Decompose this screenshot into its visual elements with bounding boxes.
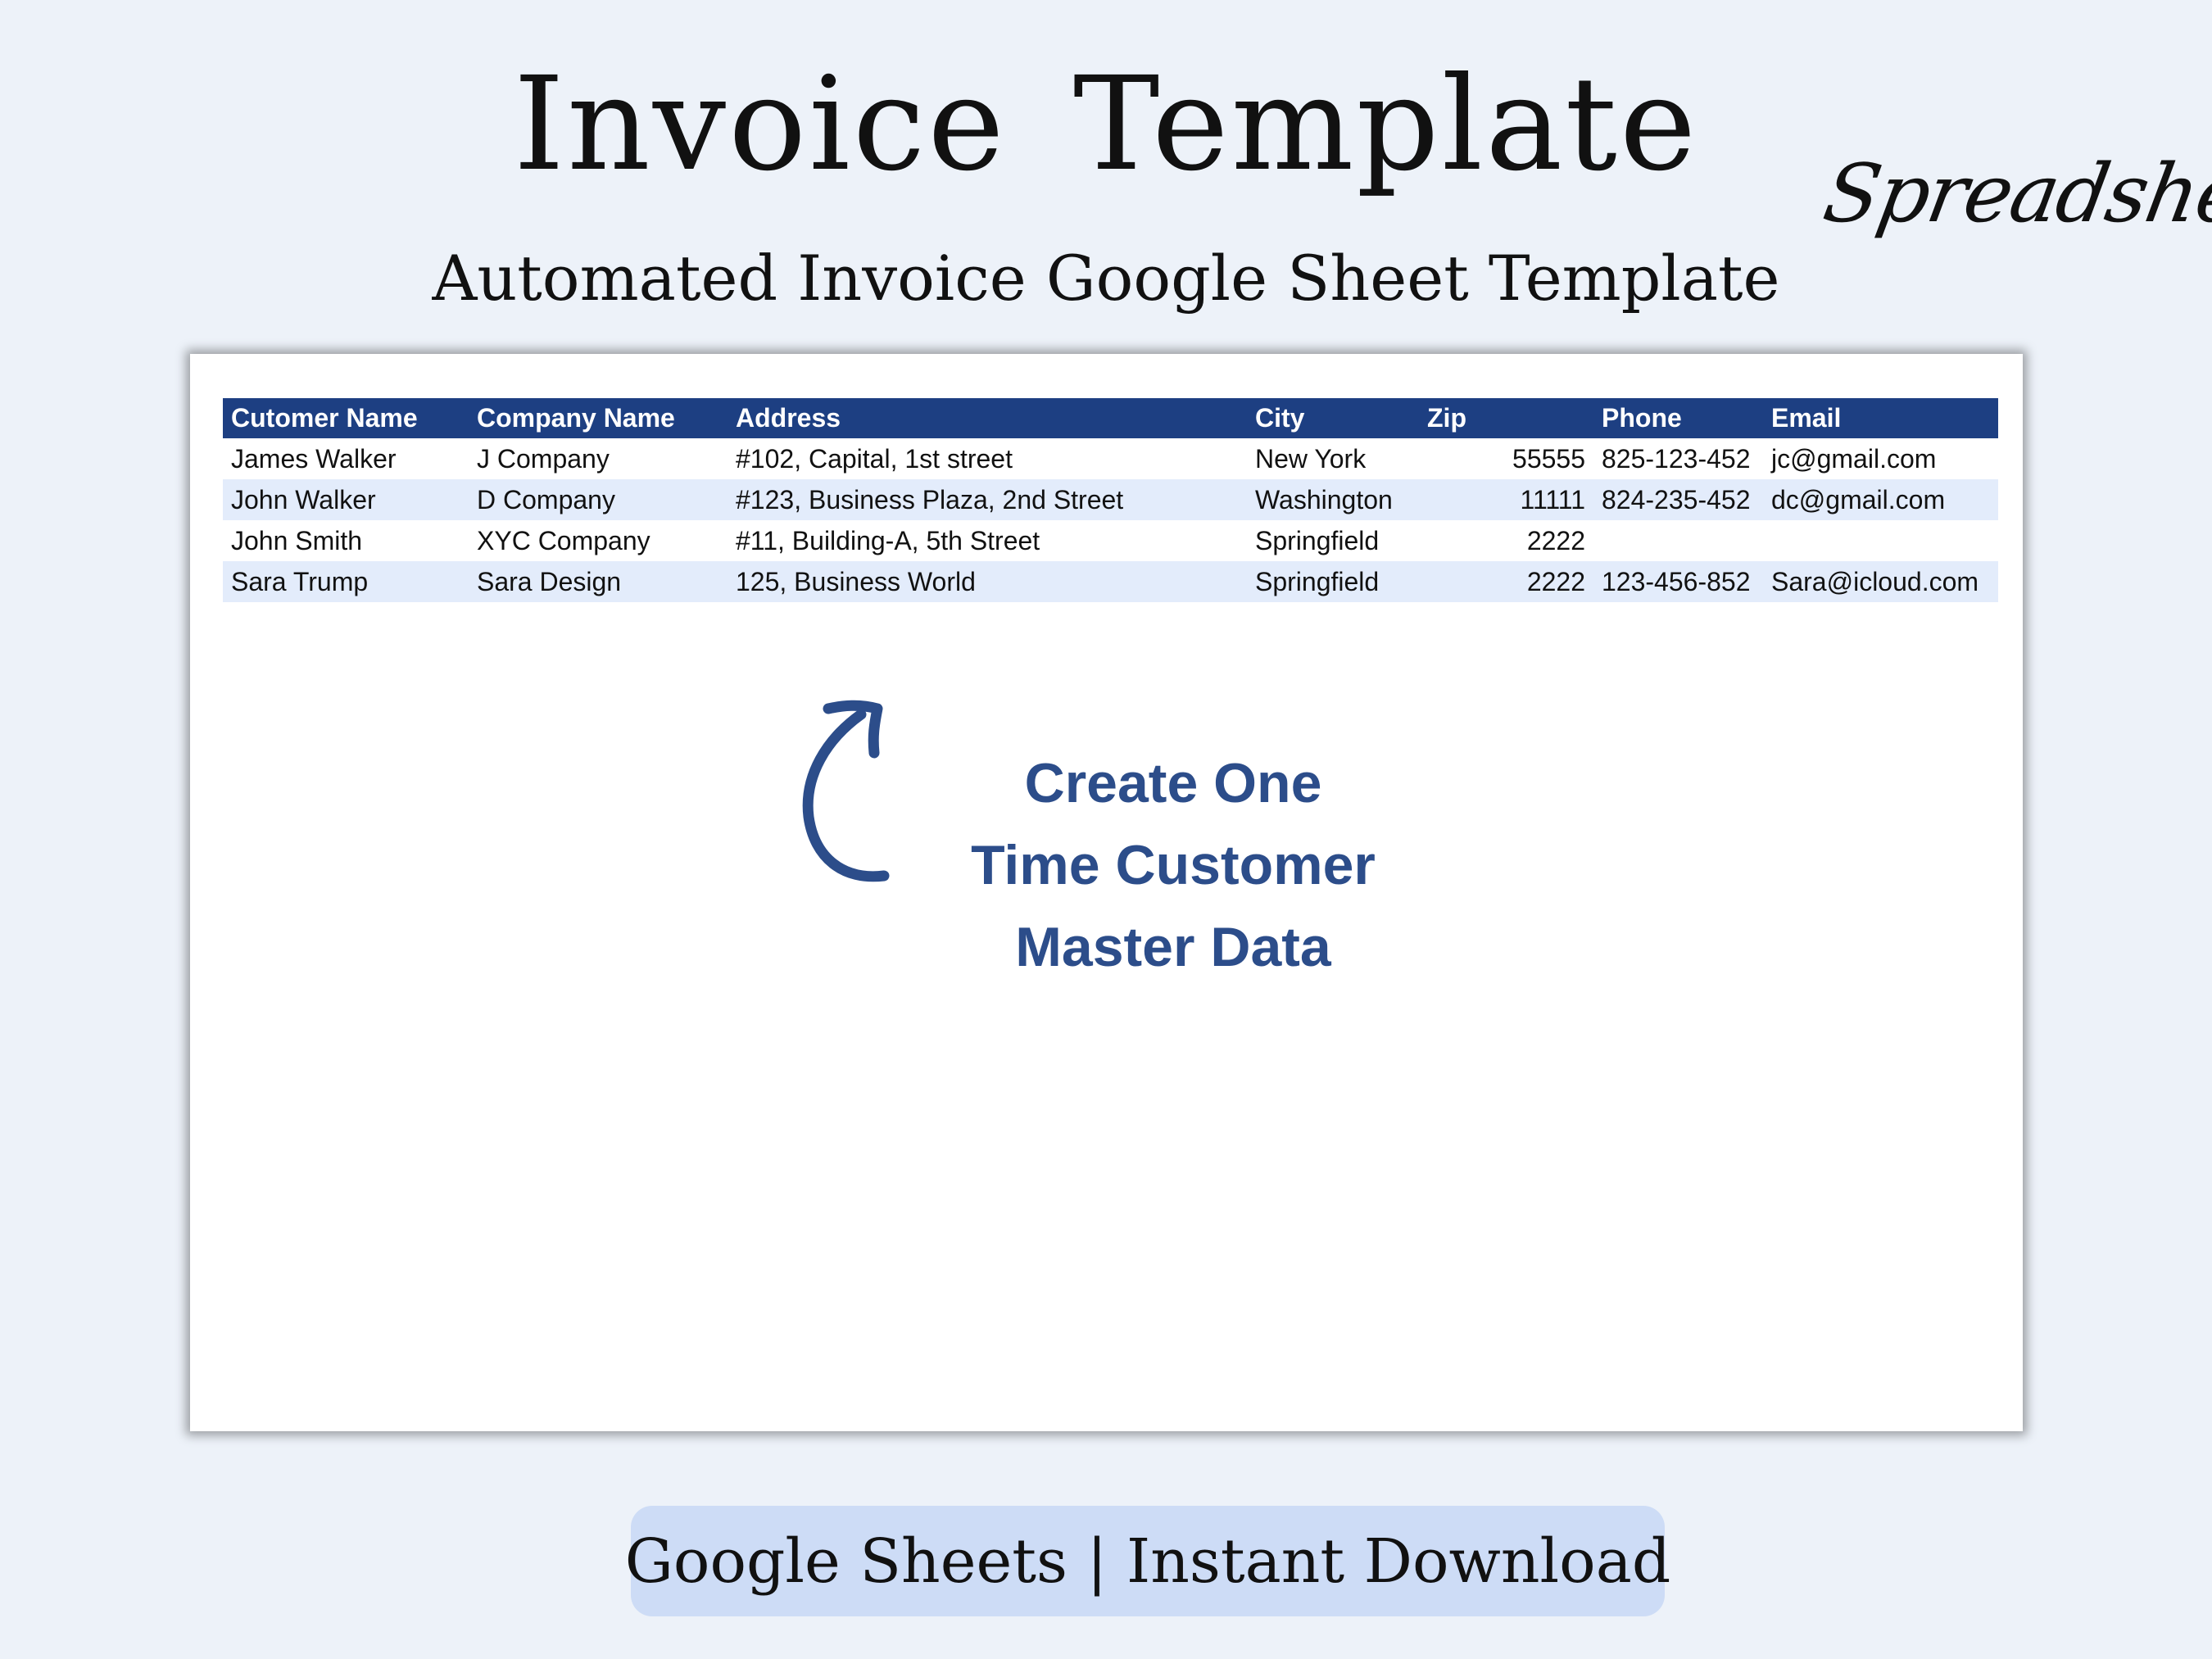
cell-customer[interactable]: John Smith xyxy=(223,520,469,561)
column-header-zip[interactable]: Zip xyxy=(1419,398,1593,438)
cell-city[interactable]: New York xyxy=(1247,438,1419,479)
cell-customer[interactable]: James Walker xyxy=(223,438,469,479)
column-header-city[interactable]: City xyxy=(1247,398,1419,438)
table-header-row: Cutomer Name Company Name Address City Z… xyxy=(223,398,1998,438)
table-row: John Walker D Company #123, Business Pla… xyxy=(223,479,1998,520)
column-header-company[interactable]: Company Name xyxy=(469,398,728,438)
brand-logo: Spreadsheets xyxy=(1816,147,2212,241)
cell-city[interactable]: Springfield xyxy=(1247,561,1419,602)
cell-customer[interactable]: John Walker xyxy=(223,479,469,520)
cell-customer[interactable]: Sara Trump xyxy=(223,561,469,602)
callout-line: Time Customer xyxy=(971,834,1376,896)
cell-email[interactable]: jc@gmail.com xyxy=(1763,438,1998,479)
cell-email[interactable] xyxy=(1763,520,1998,561)
cell-phone[interactable]: 825-123-452 xyxy=(1593,438,1763,479)
column-header-phone[interactable]: Phone xyxy=(1593,398,1763,438)
footer-badge: Google Sheets | Instant Download xyxy=(625,1506,1670,1616)
callout-text: Create One Time Customer Master Data xyxy=(862,742,1484,988)
cell-company[interactable]: Sara Design xyxy=(469,561,728,602)
cell-address[interactable]: #11, Building-A, 5th Street xyxy=(728,520,1247,561)
callout-line: Master Data xyxy=(1015,916,1331,978)
cell-email[interactable]: Sara@icloud.com xyxy=(1763,561,1998,602)
column-header-email[interactable]: Email xyxy=(1763,398,1998,438)
cell-email[interactable]: dc@gmail.com xyxy=(1763,479,1998,520)
cell-city[interactable]: Washington xyxy=(1247,479,1419,520)
spreadsheet-preview: Cutomer Name Company Name Address City Z… xyxy=(190,354,2023,1431)
cell-zip[interactable]: 2222 xyxy=(1419,520,1593,561)
cell-zip[interactable]: 11111 xyxy=(1419,479,1593,520)
page-subtitle: Automated Invoice Google Sheet Template xyxy=(432,242,1780,315)
callout-line: Create One xyxy=(1024,752,1322,814)
cell-company[interactable]: J Company xyxy=(469,438,728,479)
table-row: John Smith XYC Company #11, Building-A, … xyxy=(223,520,1998,561)
cell-address[interactable]: 125, Business World xyxy=(728,561,1247,602)
column-header-customer[interactable]: Cutomer Name xyxy=(223,398,469,438)
cell-company[interactable]: D Company xyxy=(469,479,728,520)
table-row: James Walker J Company #102, Capital, 1s… xyxy=(223,438,1998,479)
cell-zip[interactable]: 55555 xyxy=(1419,438,1593,479)
cell-address[interactable]: #123, Business Plaza, 2nd Street xyxy=(728,479,1247,520)
cell-address[interactable]: #102, Capital, 1st street xyxy=(728,438,1247,479)
cell-phone[interactable]: 123-456-852 xyxy=(1593,561,1763,602)
cell-city[interactable]: Springfield xyxy=(1247,520,1419,561)
cell-zip[interactable]: 2222 xyxy=(1419,561,1593,602)
customer-table: Cutomer Name Company Name Address City Z… xyxy=(223,398,1998,602)
table-row: Sara Trump Sara Design 125, Business Wor… xyxy=(223,561,1998,602)
cell-phone[interactable] xyxy=(1593,520,1763,561)
cell-company[interactable]: XYC Company xyxy=(469,520,728,561)
column-header-address[interactable]: Address xyxy=(728,398,1247,438)
cell-phone[interactable]: 824-235-452 xyxy=(1593,479,1763,520)
